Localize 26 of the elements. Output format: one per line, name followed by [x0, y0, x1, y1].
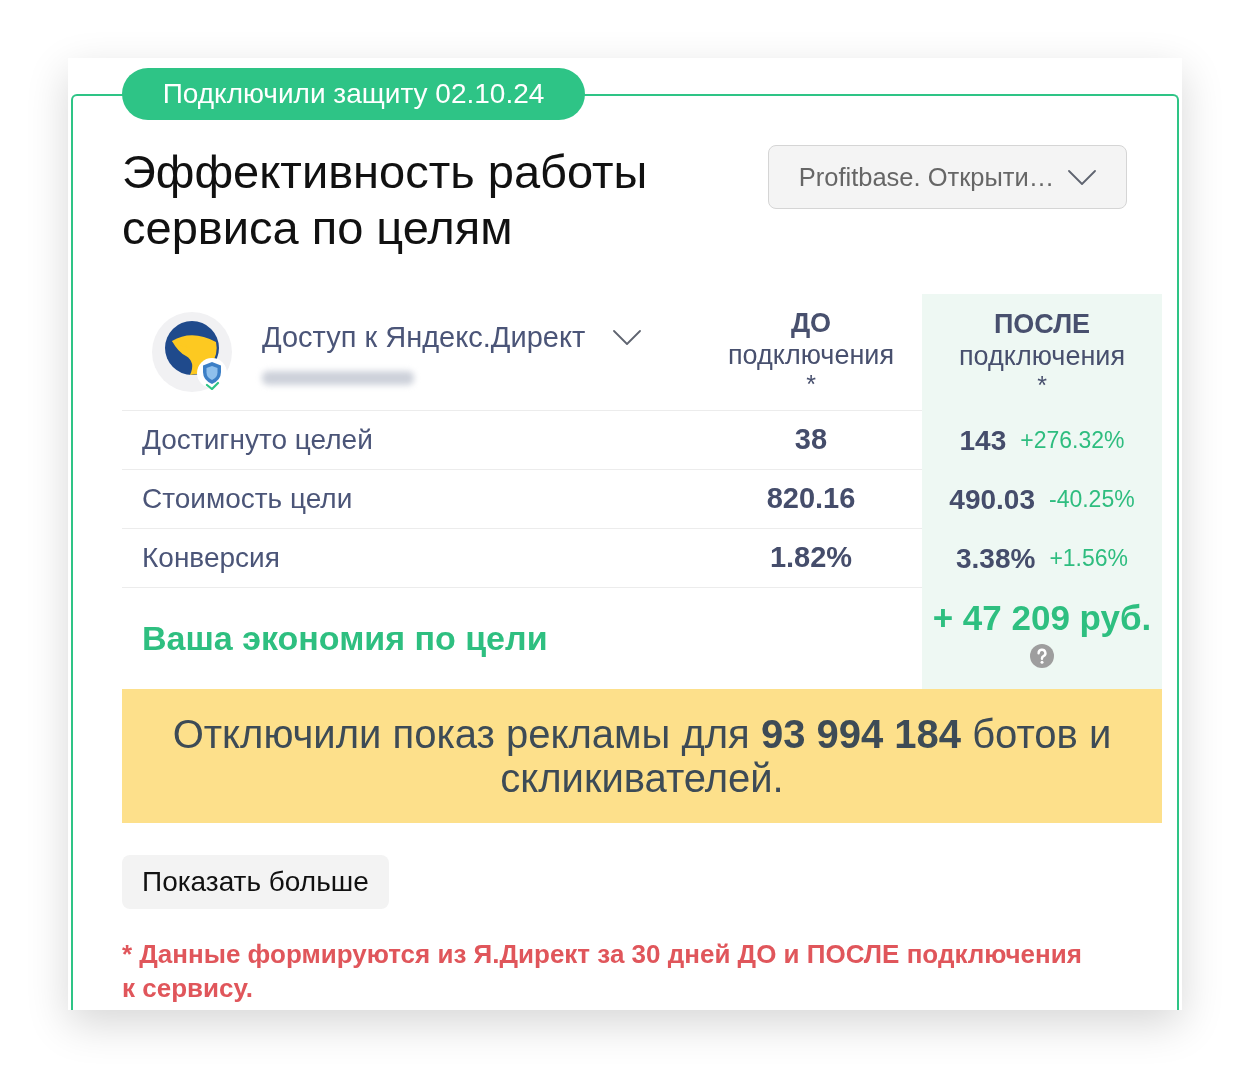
banner-text: Отключили показ рекламы для 93 994 184 ботов и скликивателей. [171, 712, 1113, 800]
change-percent: +276.32% [1020, 426, 1125, 456]
metric-value: 490.03 [949, 482, 1035, 517]
savings-label: Ваша экономия по цели [142, 618, 548, 659]
metric-value: 143 [959, 423, 1007, 458]
help-icon[interactable] [1030, 644, 1054, 668]
chevron-down-icon [1068, 169, 1097, 185]
row-label: Конверсия [142, 541, 280, 575]
goal-dropdown[interactable]: Profitbase. Открыти… [768, 145, 1127, 209]
row-label: Стоимость цели [142, 482, 353, 516]
change-percent: +1.56% [1049, 544, 1129, 574]
show-more-button[interactable]: Показать больше [122, 855, 389, 909]
savings-amount: + 47 209 руб. [932, 598, 1152, 638]
status-badge: Подключили защиту 02.10.24 [122, 68, 585, 120]
metric-value: 38 [794, 422, 828, 458]
card-title: Эффективность работы сервиса по целям [122, 144, 649, 256]
account-dropdown[interactable]: Доступ к Яндекс.Директ [262, 319, 642, 355]
metric-value: 3.38% [955, 541, 1036, 576]
change-percent: -40.25% [1049, 485, 1135, 515]
metric-value: 820.16 [766, 481, 856, 517]
row-label: Достигнуто целей [142, 423, 373, 457]
column-header: ПОСЛЕ подключения * [922, 294, 1162, 411]
shield-icon [197, 358, 227, 390]
chevron-down-icon [613, 329, 642, 345]
footnote-text: * Данные формируются из Я.Директ за 30 дней ДО и ПОСЛЕ подключения к сервису. [122, 938, 1083, 1005]
metric-value: 1.82% [769, 540, 853, 576]
